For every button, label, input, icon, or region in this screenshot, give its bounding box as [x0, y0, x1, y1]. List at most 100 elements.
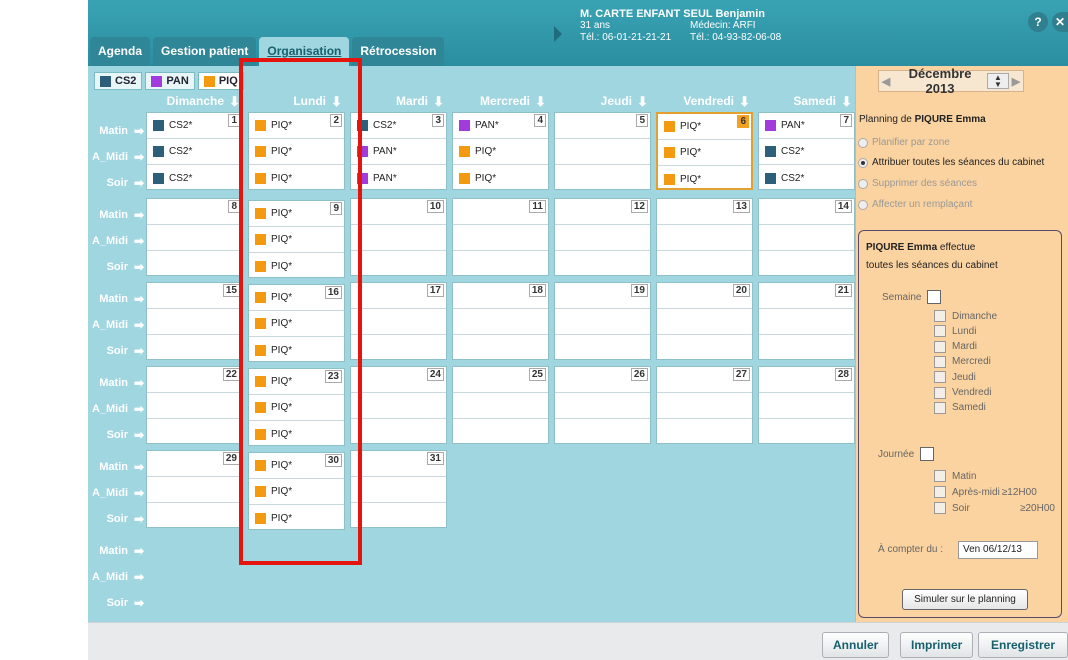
slot-cell-soir[interactable]	[555, 165, 650, 191]
day-cell-18[interactable]: 18	[452, 282, 549, 360]
weekday-checkbox[interactable]	[934, 371, 946, 384]
down-arrow-icon[interactable]: ⬇	[637, 93, 648, 111]
slot-cell-matin[interactable]: CS2*	[351, 113, 446, 139]
right-arrow-icon[interactable]: ➡	[134, 506, 144, 532]
slot-cell-a-midi[interactable]	[147, 309, 242, 335]
slot-cell-soir[interactable]	[453, 419, 548, 445]
layer-tab-pan[interactable]: PAN	[145, 72, 195, 90]
tab-agenda[interactable]: Agenda	[90, 37, 151, 66]
day-cell-22[interactable]: 22	[146, 366, 243, 444]
down-arrow-icon[interactable]: ⬇	[739, 93, 750, 111]
radio-icon[interactable]	[858, 199, 868, 210]
down-arrow-icon[interactable]: ⬇	[535, 93, 546, 111]
slot-cell-soir[interactable]	[147, 251, 242, 277]
slot-cell-matin[interactable]	[759, 199, 854, 225]
slot-cell-a-midi[interactable]: PIQ*	[453, 139, 548, 165]
slot-cell-soir[interactable]	[657, 251, 752, 277]
daypart-checkbox[interactable]	[934, 486, 946, 498]
slot-cell-soir[interactable]	[555, 419, 650, 445]
slot-cell-matin[interactable]	[453, 199, 548, 225]
right-arrow-icon[interactable]: ➡	[134, 286, 144, 312]
semaine-checkbox[interactable]	[927, 290, 942, 304]
slot-cell-soir[interactable]	[453, 335, 548, 361]
day-cell-24[interactable]: 24	[350, 366, 447, 444]
day-cell-28[interactable]: 28	[758, 366, 855, 444]
radio-icon[interactable]	[858, 137, 868, 148]
slot-cell-matin[interactable]	[147, 283, 242, 309]
day-cell-12[interactable]: 12	[554, 198, 651, 276]
down-arrow-icon[interactable]: ⬇	[433, 93, 444, 111]
right-arrow-icon[interactable]: ➡	[134, 118, 144, 144]
slot-cell-matin[interactable]	[555, 199, 650, 225]
slot-cell-a-midi[interactable]	[147, 225, 242, 251]
slot-cell-a-midi[interactable]	[453, 309, 548, 335]
slot-cell-matin[interactable]	[657, 367, 752, 393]
slot-cell-a-midi[interactable]	[657, 225, 752, 251]
slot-cell-matin[interactable]	[555, 283, 650, 309]
slot-cell-a-midi[interactable]	[759, 225, 854, 251]
slot-cell-a-midi[interactable]	[555, 139, 650, 165]
weekday-checkbox[interactable]	[934, 355, 946, 368]
right-arrow-icon[interactable]: ➡	[134, 538, 144, 564]
right-arrow-icon[interactable]: ➡	[134, 590, 144, 616]
month-spinner-icon[interactable]: ▲ ▼	[987, 73, 1009, 89]
option-3[interactable]: Affecter un remplaçant	[858, 199, 972, 210]
day-cell-21[interactable]: 21	[758, 282, 855, 360]
slot-cell-matin[interactable]	[147, 367, 242, 393]
slot-cell-a-midi[interactable]	[453, 225, 548, 251]
slot-cell-matin[interactable]: PAN*	[453, 113, 548, 139]
right-arrow-icon[interactable]: ➡	[134, 144, 144, 170]
next-month-icon[interactable]: ▶	[1009, 75, 1023, 88]
save-button[interactable]: Enregistrer	[978, 632, 1068, 658]
slot-cell-matin[interactable]	[555, 113, 650, 139]
slot-cell-a-midi[interactable]	[555, 225, 650, 251]
slot-cell-a-midi[interactable]	[351, 477, 446, 503]
slot-cell-a-midi[interactable]: CS2*	[147, 139, 242, 165]
weekday-checkbox[interactable]	[934, 401, 946, 414]
slot-cell-soir[interactable]: CS2*	[147, 165, 242, 191]
right-arrow-icon[interactable]: ➡	[134, 202, 144, 228]
right-arrow-icon[interactable]: ➡	[134, 370, 144, 396]
slot-cell-matin[interactable]	[351, 283, 446, 309]
day-cell-7[interactable]: 7 PAN* CS2* CS2*	[758, 112, 855, 190]
slot-cell-a-midi[interactable]	[351, 393, 446, 419]
slot-cell-soir[interactable]	[351, 503, 446, 529]
slot-cell-soir[interactable]	[759, 419, 854, 445]
slot-cell-a-midi[interactable]	[147, 477, 242, 503]
day-cell-6[interactable]: 6 PIQ* PIQ* PIQ*	[656, 112, 753, 190]
right-arrow-icon[interactable]: ➡	[134, 480, 144, 506]
right-arrow-icon[interactable]: ➡	[134, 422, 144, 448]
slot-cell-soir[interactable]: PIQ*	[658, 166, 751, 192]
slot-cell-a-midi[interactable]	[657, 393, 752, 419]
close-button[interactable]: ✕	[1052, 12, 1068, 32]
day-cell-26[interactable]: 26	[554, 366, 651, 444]
slot-cell-a-midi[interactable]	[555, 393, 650, 419]
day-cell-29[interactable]: 29	[146, 450, 243, 528]
tab-r-trocession[interactable]: Rétrocession	[352, 37, 445, 66]
slot-cell-soir[interactable]	[351, 251, 446, 277]
slot-cell-matin[interactable]	[453, 283, 548, 309]
slot-cell-soir[interactable]	[759, 335, 854, 361]
right-arrow-icon[interactable]: ➡	[134, 312, 144, 338]
day-cell-17[interactable]: 17	[350, 282, 447, 360]
down-arrow-icon[interactable]: ⬇	[841, 93, 852, 111]
slot-cell-matin[interactable]	[351, 367, 446, 393]
journee-checkbox[interactable]	[920, 447, 935, 461]
slot-cell-matin[interactable]	[351, 451, 446, 477]
slot-cell-matin[interactable]: PIQ*	[658, 114, 751, 140]
slot-cell-matin[interactable]	[759, 367, 854, 393]
day-cell-1[interactable]: 1 CS2* CS2* CS2*	[146, 112, 243, 190]
radio-icon[interactable]	[858, 178, 868, 189]
day-cell-5[interactable]: 5	[554, 112, 651, 190]
slot-cell-a-midi[interactable]: PAN*	[351, 139, 446, 165]
slot-cell-matin[interactable]	[453, 367, 548, 393]
daypart-checkbox[interactable]	[934, 470, 946, 482]
slot-cell-matin[interactable]	[657, 199, 752, 225]
help-button[interactable]: ?	[1028, 12, 1048, 32]
slot-cell-soir[interactable]	[657, 419, 752, 445]
slot-cell-matin[interactable]	[759, 283, 854, 309]
day-cell-25[interactable]: 25	[452, 366, 549, 444]
day-cell-20[interactable]: 20	[656, 282, 753, 360]
layer-tab-cs2[interactable]: CS2	[94, 72, 143, 90]
slot-cell-a-midi[interactable]: PIQ*	[658, 140, 751, 166]
